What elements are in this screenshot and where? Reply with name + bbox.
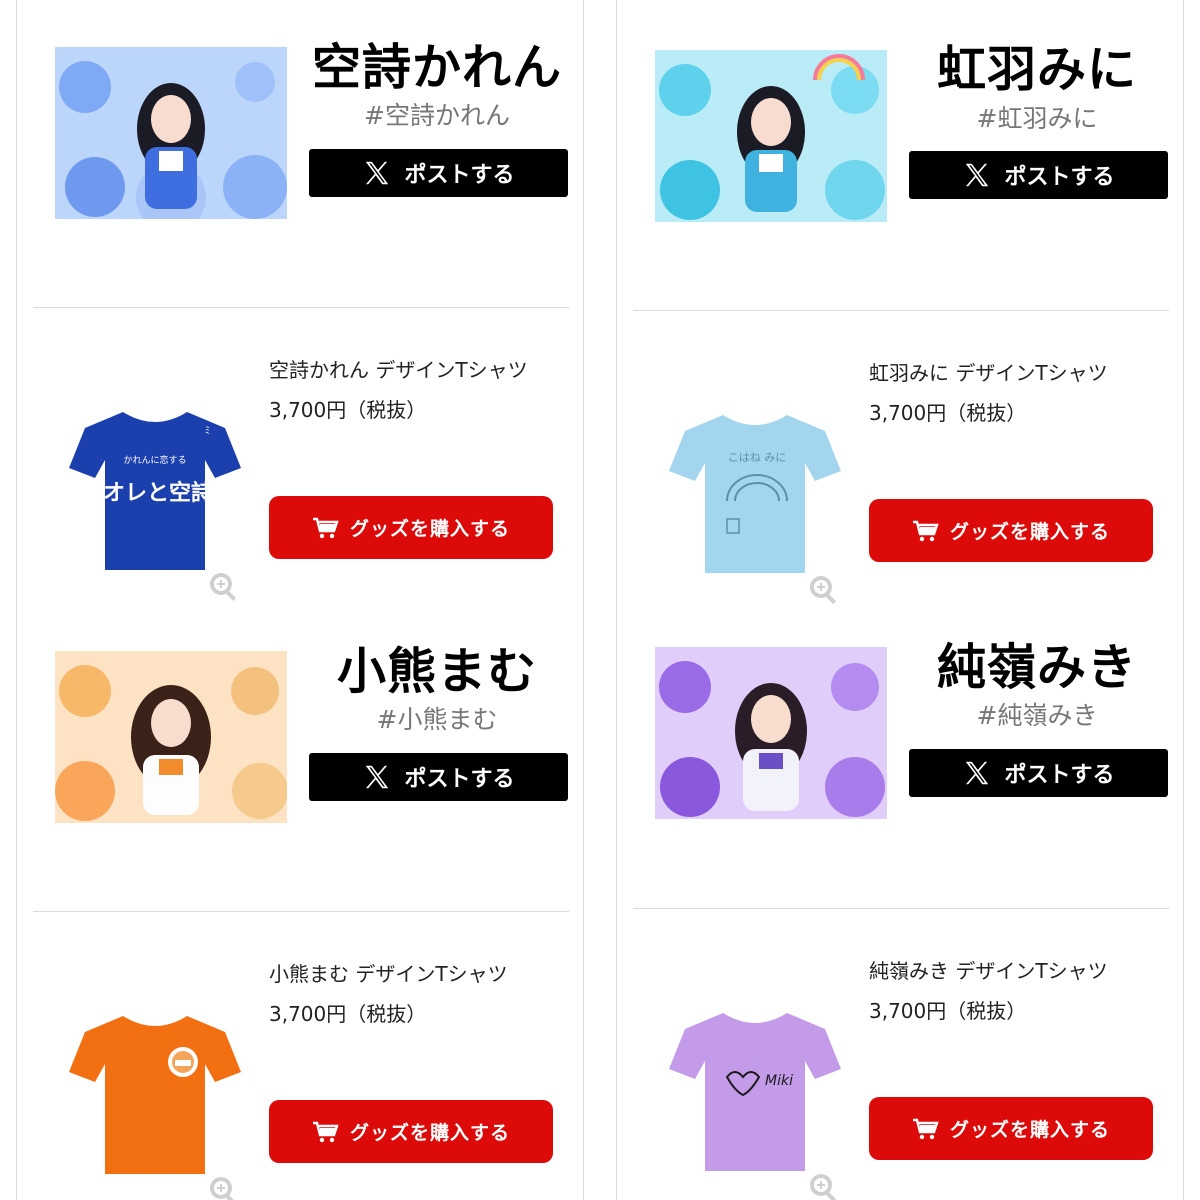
zoom-in-icon[interactable] [207,570,241,604]
x-logo-icon [966,761,989,785]
post-button[interactable]: ポストする [909,749,1168,797]
tshirt-image[interactable]: こはね みに [665,401,845,581]
member-hashtag: #純嶺みき [976,701,1098,730]
tshirt-image[interactable] [65,1002,245,1182]
product-name: 純嶺みき デザインTシャツ [869,959,1108,983]
cart-icon [312,517,339,538]
buy-goods-button[interactable]: グッズを購入する [869,499,1153,562]
product-name: 虹羽みに デザインTシャツ [869,361,1108,385]
member-name: 小熊まむ [336,643,537,700]
member-card: 純嶺みき #純嶺みき ポストする [617,600,1183,819]
post-button-label: ポストする [404,767,515,792]
x-logo-icon [366,161,389,185]
buy-goods-button[interactable]: グッズを購入する [869,1097,1153,1160]
member-hashtag: #虹羽みに [976,104,1098,133]
divider [33,307,569,308]
member-card: 空詩かれん #空詩かれん ポストする [17,0,583,219]
post-button[interactable]: ポストする [309,149,568,197]
product-price: 3,700円（税抜） [269,1002,427,1026]
tshirt-print: こはね みに [728,451,787,464]
svg-text:かれんに恋する: かれんに恋する [123,454,186,466]
tshirt-image[interactable]: Miki [665,999,845,1179]
tshirt-print: Miki [765,1073,793,1089]
member-name: 空詩かれん [311,39,562,96]
member-photo [655,50,887,222]
post-button[interactable]: ポストする [909,151,1168,199]
member-photo [55,651,287,823]
cart-icon [912,520,939,541]
buy-button-label: グッズを購入する [349,518,510,540]
post-button-label: ポストする [1004,763,1115,788]
divider [33,911,569,912]
column-right: 虹羽みに #虹羽みに ポストする こはね みに 虹羽みに デザインTシャツ 3,… [616,0,1184,1200]
buy-goods-button[interactable]: グッズを購入する [269,1100,553,1163]
product-price: 3,700円（税抜） [269,398,427,422]
x-logo-icon [966,163,989,187]
post-button-label: ポストする [404,163,515,188]
product-name: 小熊まむ デザインTシャツ [269,962,508,986]
member-photo-image [655,50,887,222]
zoom-in-icon[interactable] [807,1171,841,1200]
product-price: 3,700円（税抜） [869,999,1027,1023]
tshirt-print: オレと空詩 [103,480,213,506]
buy-button-label: グッズを購入する [949,521,1110,543]
post-button-label: ポストする [1004,165,1115,190]
svg-text:ﾐ: ﾐ [205,426,210,437]
member-photo-image [55,47,287,219]
member-name: 虹羽みに [936,41,1137,98]
product-price: 3,700円（税抜） [869,401,1027,425]
member-photo-image [655,647,887,819]
divider [633,908,1169,909]
divider [633,310,1169,311]
post-button[interactable]: ポストする [309,753,568,801]
cart-icon [312,1121,339,1142]
buy-button-label: グッズを購入する [349,1122,510,1144]
buy-goods-button[interactable]: グッズを購入する [269,496,553,559]
member-photo [655,647,887,819]
member-name: 純嶺みき [936,639,1137,696]
cart-icon [912,1118,939,1139]
zoom-in-icon[interactable] [207,1174,241,1200]
x-logo-icon [366,765,389,789]
column-left: 空詩かれん #空詩かれん ポストする かれんに恋する オレと空詩 ﾐ 空詩かれん… [16,0,584,1200]
member-card: 小熊まむ #小熊まむ ポストする [17,604,583,823]
member-card: 虹羽みに #虹羽みに ポストする [617,0,1183,222]
member-hashtag: #小熊まむ [376,705,498,734]
member-hashtag: #空詩かれん [364,101,510,130]
buy-button-label: グッズを購入する [949,1119,1110,1141]
tshirt-image[interactable]: かれんに恋する オレと空詩 ﾐ [65,398,245,578]
member-photo-image [55,651,287,823]
member-photo [55,47,287,219]
product-name: 空詩かれん デザインTシャツ [269,358,528,382]
